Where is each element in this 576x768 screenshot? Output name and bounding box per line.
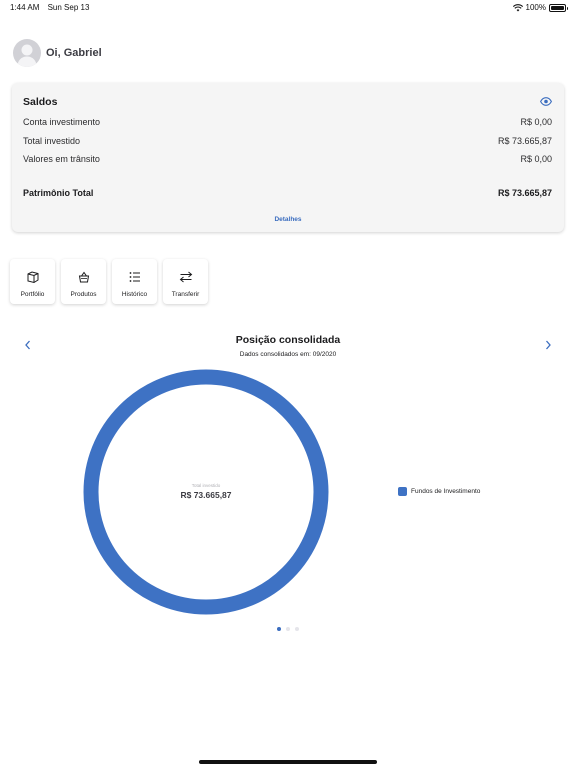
balance-row-patrimonio: Patrimônio Total R$ 73.665,87 — [23, 188, 552, 198]
position-title: Posição consolidada — [235, 334, 341, 346]
legend-swatch — [398, 487, 407, 496]
portfolio-button[interactable]: Portfólio — [10, 259, 55, 304]
battery-icon — [549, 3, 568, 12]
donut-center-caption: Total investido — [191, 483, 221, 488]
balance-label: Total investido — [23, 136, 81, 146]
page-dot[interactable] — [295, 627, 299, 631]
balance-value: R$ 0,00 — [520, 117, 552, 127]
transfer-label: Transferir — [171, 291, 200, 298]
total-value: R$ 73.665,87 — [497, 188, 552, 198]
balances-card: Saldos Conta investimento R$ 0,00 Total … — [12, 83, 564, 232]
position-subtitle: Dados consolidados em: 09/2020 — [239, 351, 337, 358]
greeting: Oi, Gabriel — [13, 39, 102, 67]
basket-icon — [78, 271, 89, 283]
battery-percent: 100% — [525, 3, 546, 12]
donut-chart: Total investido R$ 73.665,87 — [83, 369, 329, 615]
status-right: 100% — [512, 3, 568, 12]
eye-icon[interactable] — [540, 97, 552, 106]
balance-row-transito: Valores em trânsito R$ 0,00 — [23, 154, 552, 164]
legend-label: Fundos de Investimento — [411, 488, 481, 495]
home-indicator[interactable] — [199, 760, 377, 764]
page-dot[interactable] — [286, 627, 290, 631]
user-silhouette-icon — [17, 44, 37, 67]
quick-actions: Portfólio Produtos Histórico Transferir — [10, 259, 208, 304]
products-label: Produtos — [70, 291, 97, 298]
position-header: Posição consolidada Dados consolidados e… — [0, 334, 576, 358]
list-icon — [129, 272, 140, 282]
history-button[interactable]: Histórico — [112, 259, 157, 304]
portfolio-label: Portfólio — [20, 291, 45, 298]
avatar[interactable] — [13, 39, 41, 67]
details-link[interactable]: Detalhes — [12, 216, 564, 223]
products-button[interactable]: Produtos — [61, 259, 106, 304]
transfer-button[interactable]: Transferir — [163, 259, 208, 304]
balance-label: Valores em trânsito — [23, 154, 100, 164]
cube-icon — [27, 271, 38, 284]
chart-legend: Fundos de Investimento — [398, 487, 480, 496]
page-dot[interactable] — [277, 627, 281, 631]
donut-center-value: R$ 73.665,87 — [180, 490, 232, 500]
balance-value: R$ 0,00 — [520, 154, 552, 164]
status-date: Sun Sep 13 — [47, 3, 90, 12]
balance-value: R$ 73.665,87 — [497, 136, 552, 146]
total-label: Patrimônio Total — [23, 188, 94, 198]
balance-row-conta: Conta investimento R$ 0,00 — [23, 117, 552, 127]
balance-row-total-investido: Total investido R$ 73.665,87 — [23, 136, 552, 146]
balances-title: Saldos — [23, 96, 58, 108]
status-time: 1:44 AM — [10, 3, 40, 12]
history-label: Histórico — [121, 291, 148, 298]
chevron-left-icon[interactable] — [23, 339, 33, 351]
donut-center: Total investido R$ 73.665,87 — [83, 483, 329, 500]
status-bar: 1:44 AM Sun Sep 13 100% — [0, 0, 576, 14]
wifi-icon — [512, 3, 523, 11]
transfer-arrows-icon — [179, 271, 192, 283]
page-indicator — [0, 627, 576, 631]
chevron-right-icon[interactable] — [543, 339, 553, 351]
status-left: 1:44 AM Sun Sep 13 — [10, 3, 95, 12]
greeting-text: Oi, Gabriel — [46, 47, 102, 59]
balance-label: Conta investimento — [23, 117, 101, 127]
battery-fill — [551, 5, 564, 10]
